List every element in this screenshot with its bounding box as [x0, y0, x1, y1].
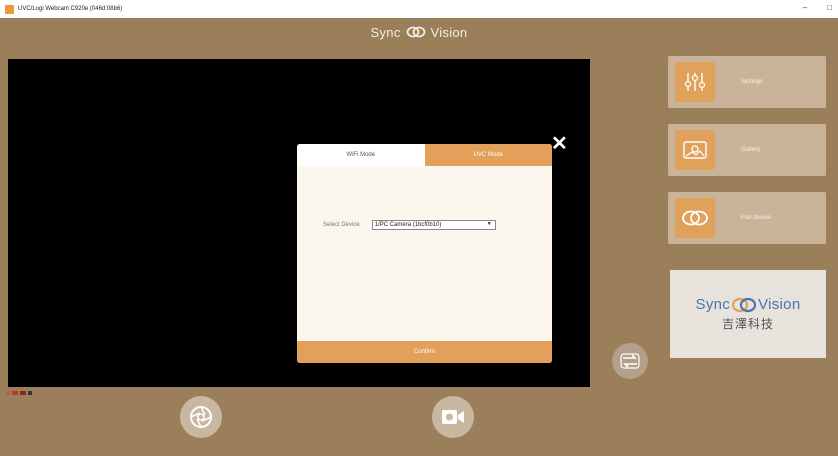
pair-device-button[interactable]: Pair device	[668, 192, 826, 244]
tab-wifi-mode[interactable]: WiFi Mode	[297, 144, 425, 166]
mode-tabs: WiFi Mode UVC Mode	[297, 144, 552, 166]
status-indicators	[6, 391, 32, 395]
sliders-icon	[675, 62, 715, 102]
link-icon	[675, 198, 715, 238]
status-icon	[28, 391, 32, 395]
pair-device-label: Pair device	[741, 215, 771, 221]
aperture-icon	[190, 406, 212, 428]
window-title: UVC/Logi Webcam C920e (046d:08b6)	[18, 6, 123, 12]
minimize-button[interactable]: –	[803, 3, 807, 12]
capture-photo-button[interactable]	[180, 396, 222, 438]
header-brand: Sync Vision	[0, 25, 838, 40]
record-indicator-icon	[12, 391, 18, 395]
close-icon[interactable]: ✕	[551, 134, 568, 154]
tab-uvc-mode[interactable]: UVC Mode	[424, 144, 552, 166]
brand-box-logo-icon	[731, 297, 757, 312]
maximize-button[interactable]: □	[827, 3, 832, 12]
record-video-button[interactable]	[432, 396, 474, 438]
brand-name: Sync Vision	[696, 296, 801, 313]
confirm-button[interactable]: Confirm	[297, 341, 552, 363]
gallery-button[interactable]: Gallery	[668, 124, 826, 176]
settings-button[interactable]: Settings	[668, 56, 826, 108]
brand-text-right: Vision	[430, 25, 468, 40]
window-controls: – □	[803, 3, 832, 12]
brand-chinese: 吉澤科技	[721, 317, 774, 331]
search-icon	[6, 391, 10, 395]
mode-dialog: WiFi Mode UVC Mode Select Device 1/PC Ca…	[297, 144, 552, 363]
settings-label: Settings	[741, 79, 763, 85]
brand-box-left: Sync	[695, 296, 731, 313]
chevron-down-icon: ▼	[486, 221, 492, 227]
brand-box-right: Vision	[758, 296, 801, 313]
switch-icon	[620, 353, 640, 369]
app-icon	[5, 4, 14, 14]
brand-logo-icon	[406, 26, 425, 38]
gallery-icon	[675, 130, 715, 170]
record-indicator-icon-2	[20, 391, 26, 395]
brand-panel: Sync Vision 吉澤科技	[670, 270, 826, 358]
title-bar: UVC/Logi Webcam C920e (046d:08b6) – □	[0, 0, 838, 18]
gallery-label: Gallery	[741, 147, 761, 153]
device-select-row: Select Device 1/PC Camera (1bcf0b10) ▼	[323, 220, 496, 230]
select-device-label: Select Device	[323, 222, 360, 228]
device-select-value: 1/PC Camera (1bcf0b10)	[374, 222, 442, 228]
app-window: Sync Vision Settings Gallery Pair device…	[0, 18, 838, 456]
switch-camera-button[interactable]	[612, 343, 648, 379]
video-camera-icon	[442, 410, 464, 424]
brand-text-left: Sync	[370, 25, 401, 40]
device-select[interactable]: 1/PC Camera (1bcf0b10) ▼	[371, 220, 496, 230]
